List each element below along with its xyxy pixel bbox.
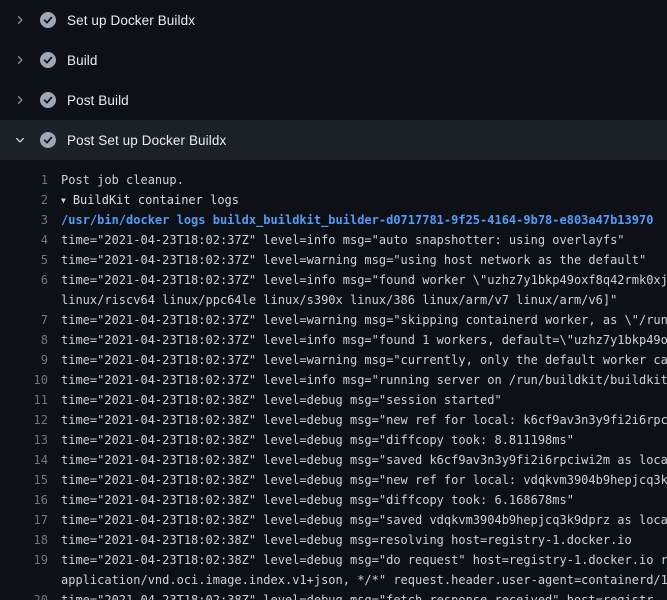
log-text: time="2021-04-23T18:02:37Z" level=info m… [61,270,667,290]
log-text: time="2021-04-23T18:02:37Z" level=info m… [61,330,667,350]
log-line: 19 time="2021-04-23T18:02:38Z" level=debu… [0,550,667,570]
log-line: 6 time="2021-04-23T18:02:37Z" level=info … [0,270,667,290]
step-row-post-set-up-docker-buildx[interactable]: Post Set up Docker Buildx [0,120,667,160]
line-number [0,570,48,590]
line-number[interactable]: 15 [0,470,48,490]
log-line: 8 time="2021-04-23T18:02:37Z" level=info … [0,330,667,350]
check-circle-icon [40,52,56,68]
step-title: Post Build [67,93,129,108]
line-number[interactable]: 7 [0,310,48,330]
line-number[interactable]: 9 [0,350,48,370]
log-line: application/vnd.oci.image.index.v1+json,… [0,570,667,590]
log-lines: 1 Post job cleanup. 2 ▼ BuildKit container l… [0,160,667,600]
log-line: 2 ▼ BuildKit container logs [0,190,667,210]
check-circle-icon [40,12,56,28]
log-command-text: /usr/bin/docker logs buildx_buildkit_bui… [61,210,667,230]
step-row-post-build[interactable]: Post Build [0,80,667,120]
check-circle-icon [40,132,56,148]
log-line: 1 Post job cleanup. [0,170,667,190]
line-number [0,290,48,310]
line-number[interactable]: 4 [0,230,48,250]
triangle-down-icon: ▼ [61,191,66,210]
line-number[interactable]: 6 [0,270,48,290]
log-text: Post job cleanup. [61,170,667,190]
log-text: time="2021-04-23T18:02:37Z" level=warnin… [61,250,667,270]
line-number[interactable]: 8 [0,330,48,350]
log-text-wrap: application/vnd.oci.image.index.v1+json,… [61,570,667,590]
log-line: 12 time="2021-04-23T18:02:38Z" level=debu… [0,410,667,430]
chevron-right-icon [14,54,26,66]
line-number[interactable]: 17 [0,510,48,530]
log-line: 7 time="2021-04-23T18:02:37Z" level=warni… [0,310,667,330]
step-row-set-up-docker-buildx[interactable]: Set up Docker Buildx [0,0,667,40]
chevron-right-icon [14,94,26,106]
steps-list: Set up Docker Buildx Build Post Build Post … [0,0,667,160]
log-line: 3/usr/bin/docker logs buildx_buildkit_bu… [0,210,667,230]
log-line: 9 time="2021-04-23T18:02:37Z" level=warni… [0,350,667,370]
log-line: 10 time="2021-04-23T18:02:37Z" level=info… [0,370,667,390]
step-title: Build [67,53,98,68]
log-text: time="2021-04-23T18:02:38Z" level=debug … [61,510,667,530]
log-line: 18 time="2021-04-23T18:02:38Z" level=debu… [0,530,667,550]
step-title: Set up Docker Buildx [67,13,195,28]
line-number[interactable]: 5 [0,250,48,270]
log-text: time="2021-04-23T18:02:38Z" level=debug … [61,530,667,550]
log-line: 20 time="2021-04-23T18:02:38Z" level=debu… [0,590,667,600]
log-line: 11 time="2021-04-23T18:02:38Z" level=debu… [0,390,667,410]
log-text: time="2021-04-23T18:02:38Z" level=debug … [61,390,667,410]
log-line: 15 time="2021-04-23T18:02:38Z" level=debu… [0,470,667,490]
log-text: time="2021-04-23T18:02:38Z" level=debug … [61,450,667,470]
log-group-toggle[interactable]: ▼ BuildKit container logs [61,190,667,210]
check-circle-icon [40,92,56,108]
chevron-down-icon [14,134,26,146]
log-text: time="2021-04-23T18:02:38Z" level=debug … [61,470,667,490]
log-line: 16 time="2021-04-23T18:02:38Z" level=debu… [0,490,667,510]
log-line: 5 time="2021-04-23T18:02:37Z" level=warni… [0,250,667,270]
line-number[interactable]: 10 [0,370,48,390]
log-text: time="2021-04-23T18:02:37Z" level=info m… [61,370,667,390]
step-row-build[interactable]: Build [0,40,667,80]
line-number[interactable]: 18 [0,530,48,550]
log-text: time="2021-04-23T18:02:38Z" level=debug … [61,430,667,450]
line-number[interactable]: 19 [0,550,48,570]
log-line: 13 time="2021-04-23T18:02:38Z" level=debu… [0,430,667,450]
step-title: Post Set up Docker Buildx [67,133,226,148]
log-text-wrap: linux/riscv64 linux/ppc64le linux/s390x … [61,290,667,310]
line-number[interactable]: 3 [0,210,48,230]
line-number[interactable]: 14 [0,450,48,470]
line-number[interactable]: 11 [0,390,48,410]
log-text: time="2021-04-23T18:02:38Z" level=debug … [61,590,667,600]
line-number[interactable]: 1 [0,170,48,190]
chevron-right-icon [14,14,26,26]
line-number[interactable]: 13 [0,430,48,450]
log-line: 17 time="2021-04-23T18:02:38Z" level=debu… [0,510,667,530]
line-number[interactable]: 2 [0,190,48,210]
log-line: linux/riscv64 linux/ppc64le linux/s390x … [0,290,667,310]
log-text: time="2021-04-23T18:02:38Z" level=debug … [61,410,667,430]
log-group-label: BuildKit container logs [73,193,239,207]
log-text: time="2021-04-23T18:02:37Z" level=warnin… [61,310,667,330]
log-line: 14 time="2021-04-23T18:02:38Z" level=debu… [0,450,667,470]
log-text: time="2021-04-23T18:02:38Z" level=debug … [61,550,667,570]
line-number[interactable]: 12 [0,410,48,430]
log-line: 4 time="2021-04-23T18:02:37Z" level=info … [0,230,667,250]
log-text: time="2021-04-23T18:02:37Z" level=warnin… [61,350,667,370]
actions-log-viewer: Set up Docker Buildx Build Post Build Post … [0,0,667,600]
log-text: time="2021-04-23T18:02:37Z" level=info m… [61,230,667,250]
log-text: time="2021-04-23T18:02:38Z" level=debug … [61,490,667,510]
line-number[interactable]: 20 [0,590,48,600]
line-number[interactable]: 16 [0,490,48,510]
